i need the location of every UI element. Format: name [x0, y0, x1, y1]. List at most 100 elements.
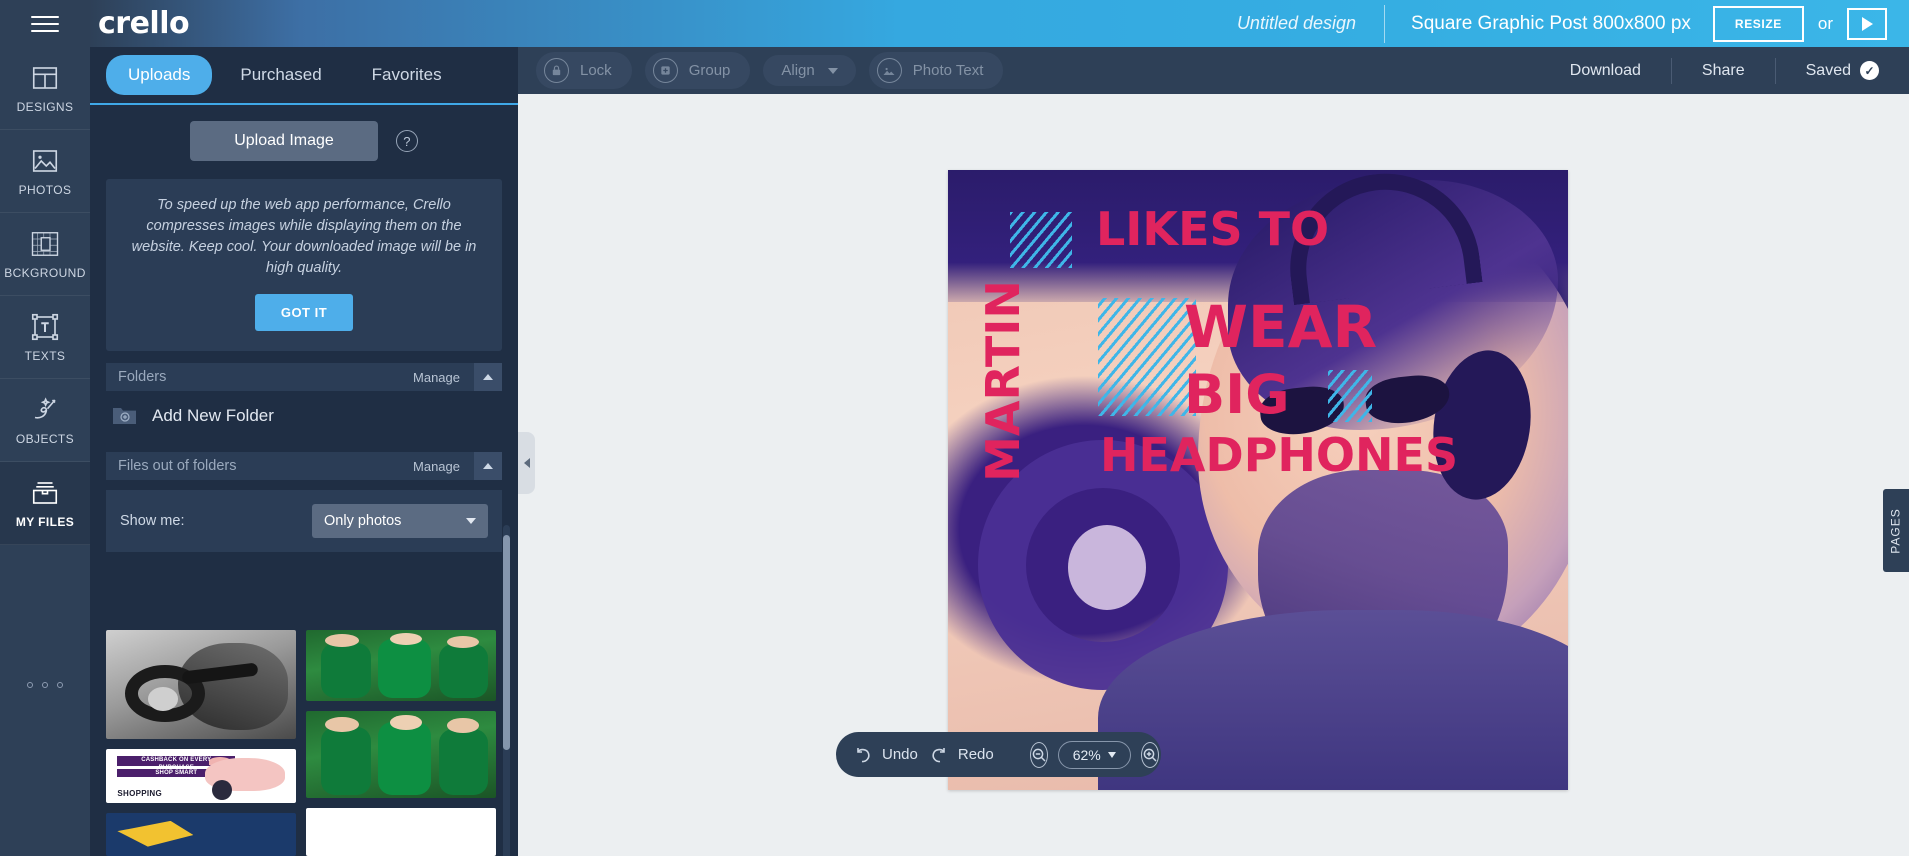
- sidebar-item-my-files[interactable]: MY FILES: [0, 462, 90, 545]
- align-button[interactable]: Align: [763, 55, 856, 86]
- zoom-level-selector[interactable]: 62%: [1057, 740, 1131, 769]
- compression-notice: To speed up the web app performance, Cre…: [106, 179, 502, 352]
- chevron-right-icon: [523, 458, 530, 468]
- undo-label: Undo: [882, 746, 918, 763]
- thumbnail-man-with-headphones-bw[interactable]: [106, 630, 296, 740]
- sidebar-item-label: MY FILES: [15, 514, 75, 529]
- or-label: or: [1817, 13, 1833, 33]
- thumbnail-grid: CASHBACK ON EVERY PURCHASE SHOP SMART SH…: [106, 630, 502, 856]
- hamburger-menu-icon[interactable]: [0, 0, 90, 47]
- thumb-shape: [446, 635, 479, 648]
- notice-text: To speed up the web app performance, Cre…: [131, 197, 477, 277]
- thumbnail-cashback-shopping-ad[interactable]: CASHBACK ON EVERY PURCHASE SHOP SMART SH…: [106, 749, 296, 804]
- hamburger-line: [31, 29, 59, 32]
- lock-button[interactable]: Lock: [536, 52, 632, 89]
- upload-image-button[interactable]: Upload Image: [190, 121, 378, 161]
- lock-glyph: [552, 65, 561, 76]
- sidebar-item-photos[interactable]: PHOTOS: [0, 130, 90, 213]
- thumb-ad-line2: SHOP SMART: [155, 769, 198, 776]
- thumbnail-column-left: CASHBACK ON EVERY PURCHASE SHOP SMART SH…: [106, 630, 296, 856]
- file-tray-icon: [32, 481, 58, 504]
- photo-graffiti-dot: [1068, 525, 1146, 610]
- photo-text-glyph: [883, 67, 895, 75]
- group-button[interactable]: Group: [644, 52, 751, 89]
- panel-collapse-handle[interactable]: [518, 432, 535, 494]
- hamburger-line: [31, 15, 59, 18]
- chevron-up-icon[interactable]: [474, 363, 502, 392]
- help-icon[interactable]: ?: [395, 130, 418, 152]
- show-me-select[interactable]: Only photos: [312, 504, 488, 539]
- photo-text-button[interactable]: Photo Text: [868, 52, 1004, 89]
- magnifier-plus-icon[interactable]: [1140, 741, 1159, 768]
- sidebar-item-background[interactable]: BCKGROUND: [0, 213, 90, 296]
- artwork-text-wear[interactable]: WEAR: [1184, 298, 1377, 356]
- resize-button[interactable]: RESIZE: [1712, 5, 1804, 42]
- tab-uploads[interactable]: Uploads: [106, 55, 213, 95]
- folders-manage-link[interactable]: Manage: [413, 370, 474, 385]
- folders-section-title: Folders: [118, 369, 167, 386]
- group-icon: [652, 58, 678, 83]
- thumb-shape: [446, 718, 479, 734]
- panel-tabs: Uploads Purchased Favorites: [90, 47, 518, 105]
- sidebar-item-texts[interactable]: TEXTS: [0, 296, 90, 379]
- photo-text-label: Photo Text: [912, 62, 984, 79]
- thumb-shape: [147, 686, 179, 711]
- thumbnail-column-right: [306, 630, 496, 856]
- add-new-folder-label: Add New Folder: [152, 405, 274, 425]
- chevron-shape: [483, 463, 493, 470]
- sidebar-item-designs[interactable]: DESIGNS: [0, 47, 90, 130]
- sidebar-item-objects[interactable]: OBJECTS: [0, 379, 90, 462]
- artwork-text-name[interactable]: MARTIN: [976, 280, 1030, 482]
- sidebar-item-label: TEXTS: [24, 348, 66, 363]
- chevron-down-icon: [1107, 751, 1116, 758]
- artwork-text-likes-to[interactable]: LIKES TO: [1096, 206, 1329, 252]
- thumb-shape: [439, 728, 489, 795]
- rail-more-dots[interactable]: [0, 682, 90, 688]
- add-new-folder-row[interactable]: Add New Folder: [90, 391, 518, 440]
- tab-favorites[interactable]: Favorites: [350, 55, 464, 95]
- thumbnail-rugby-team-photo-2[interactable]: [306, 711, 496, 799]
- pages-tab[interactable]: PAGES: [1883, 489, 1909, 572]
- redo-arrow-icon: [932, 747, 945, 762]
- thumb-shape: [325, 716, 360, 733]
- align-label: Align: [781, 62, 815, 79]
- share-button[interactable]: Share: [1672, 56, 1775, 86]
- app-logo[interactable]: crello: [98, 6, 190, 41]
- thumbnail-white-placeholder[interactable]: [306, 808, 496, 856]
- show-me-label: Show me:: [120, 513, 185, 530]
- panel-scrollbar-thumb[interactable]: [503, 535, 510, 750]
- group-glyph: [661, 66, 670, 75]
- artwork-text-headphones[interactable]: HEADPHONES: [1100, 432, 1458, 478]
- thumbnail-rugby-team-photo-1[interactable]: [306, 630, 496, 702]
- canvas-toolbar: Lock Group Align Photo Text Download Sha…: [518, 47, 1909, 94]
- chevron-up-icon[interactable]: [474, 452, 502, 481]
- magnifier-minus-icon[interactable]: [1029, 741, 1048, 768]
- design-title[interactable]: Untitled design: [1237, 13, 1384, 34]
- redo-button[interactable]: Redo: [928, 744, 994, 766]
- lens: [1363, 372, 1452, 427]
- play-icon[interactable]: [1847, 7, 1887, 40]
- artboard[interactable]: MARTIN LIKES TO WEAR BIG HEADPHONES: [948, 170, 1568, 790]
- sidebar-item-label: PHOTOS: [18, 182, 72, 197]
- files-section-title: Files out of folders: [118, 458, 237, 475]
- photo-text-icon: [876, 58, 902, 83]
- text-box-icon: [31, 313, 59, 340]
- group-label: Group: [688, 62, 731, 79]
- show-me-value: Only photos: [324, 513, 402, 530]
- tab-purchased[interactable]: Purchased: [218, 55, 343, 95]
- hatch-decoration: [1010, 212, 1072, 268]
- thumb-shape: [321, 727, 371, 795]
- got-it-button[interactable]: GOT IT: [254, 294, 354, 332]
- files-manage-link[interactable]: Manage: [413, 459, 474, 474]
- zoom-in-glyph: [1143, 748, 1157, 762]
- canvas-workspace[interactable]: MARTIN LIKES TO WEAR BIG HEADPHONES Undo…: [518, 94, 1909, 856]
- undo-button[interactable]: Undo: [852, 744, 918, 766]
- sidebar-item-label: DESIGNS: [16, 99, 74, 114]
- top-header-bar: crello Untitled design Square Graphic Po…: [0, 0, 1909, 47]
- download-button[interactable]: Download: [1540, 56, 1671, 86]
- hatch-decoration: [1098, 298, 1196, 416]
- background-pattern-icon: [31, 231, 59, 256]
- share-label: Share: [1701, 61, 1745, 79]
- artwork-text-big[interactable]: BIG: [1184, 368, 1290, 422]
- thumbnail-blue-arrow-graphic[interactable]: [106, 813, 296, 856]
